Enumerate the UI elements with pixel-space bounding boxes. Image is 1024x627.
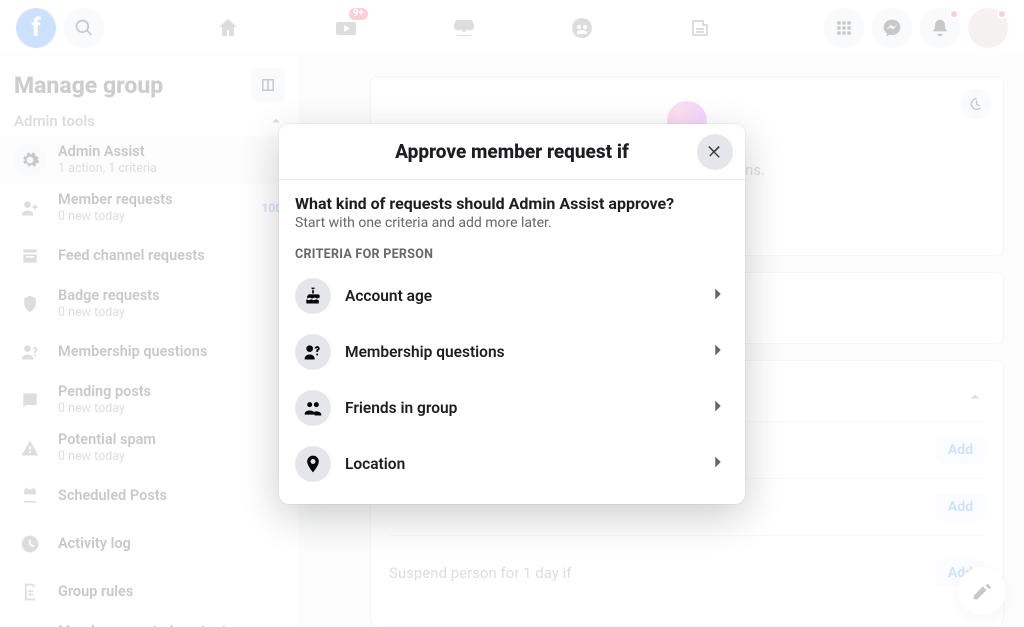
criteria-label: Account age <box>345 287 432 305</box>
chevron-right-icon <box>707 451 729 473</box>
location-icon <box>303 454 323 474</box>
chevron-right-icon <box>707 339 729 361</box>
approve-criteria-modal: Approve member request if What kind of r… <box>279 124 745 504</box>
criteria-label: Location <box>345 455 405 473</box>
criteria-account-age[interactable]: Account age <box>295 268 729 324</box>
criteria-location[interactable]: Location <box>295 436 729 500</box>
criteria-label: Membership questions <box>345 343 505 361</box>
modal-hint: Start with one criteria and add more lat… <box>295 215 729 231</box>
cake-icon <box>303 286 323 306</box>
close-icon <box>706 143 724 161</box>
chevron-right-icon <box>707 283 729 305</box>
modal-close-button[interactable] <box>697 134 733 170</box>
criteria-membership-questions[interactable]: Membership questions <box>295 324 729 380</box>
modal-header: Approve member request if <box>279 124 745 180</box>
friends-icon <box>303 398 323 418</box>
criteria-label: Friends in group <box>345 399 457 417</box>
criteria-friends-in-group[interactable]: Friends in group <box>295 380 729 436</box>
modal-section-heading: CRITERIA FOR PERSON <box>295 247 729 262</box>
questionnaire-icon <box>303 342 323 362</box>
modal-title: Approve member request if <box>395 140 629 163</box>
modal-question: What kind of requests should Admin Assis… <box>295 194 729 213</box>
modal-body: What kind of requests should Admin Assis… <box>279 180 745 504</box>
chevron-right-icon <box>707 395 729 417</box>
